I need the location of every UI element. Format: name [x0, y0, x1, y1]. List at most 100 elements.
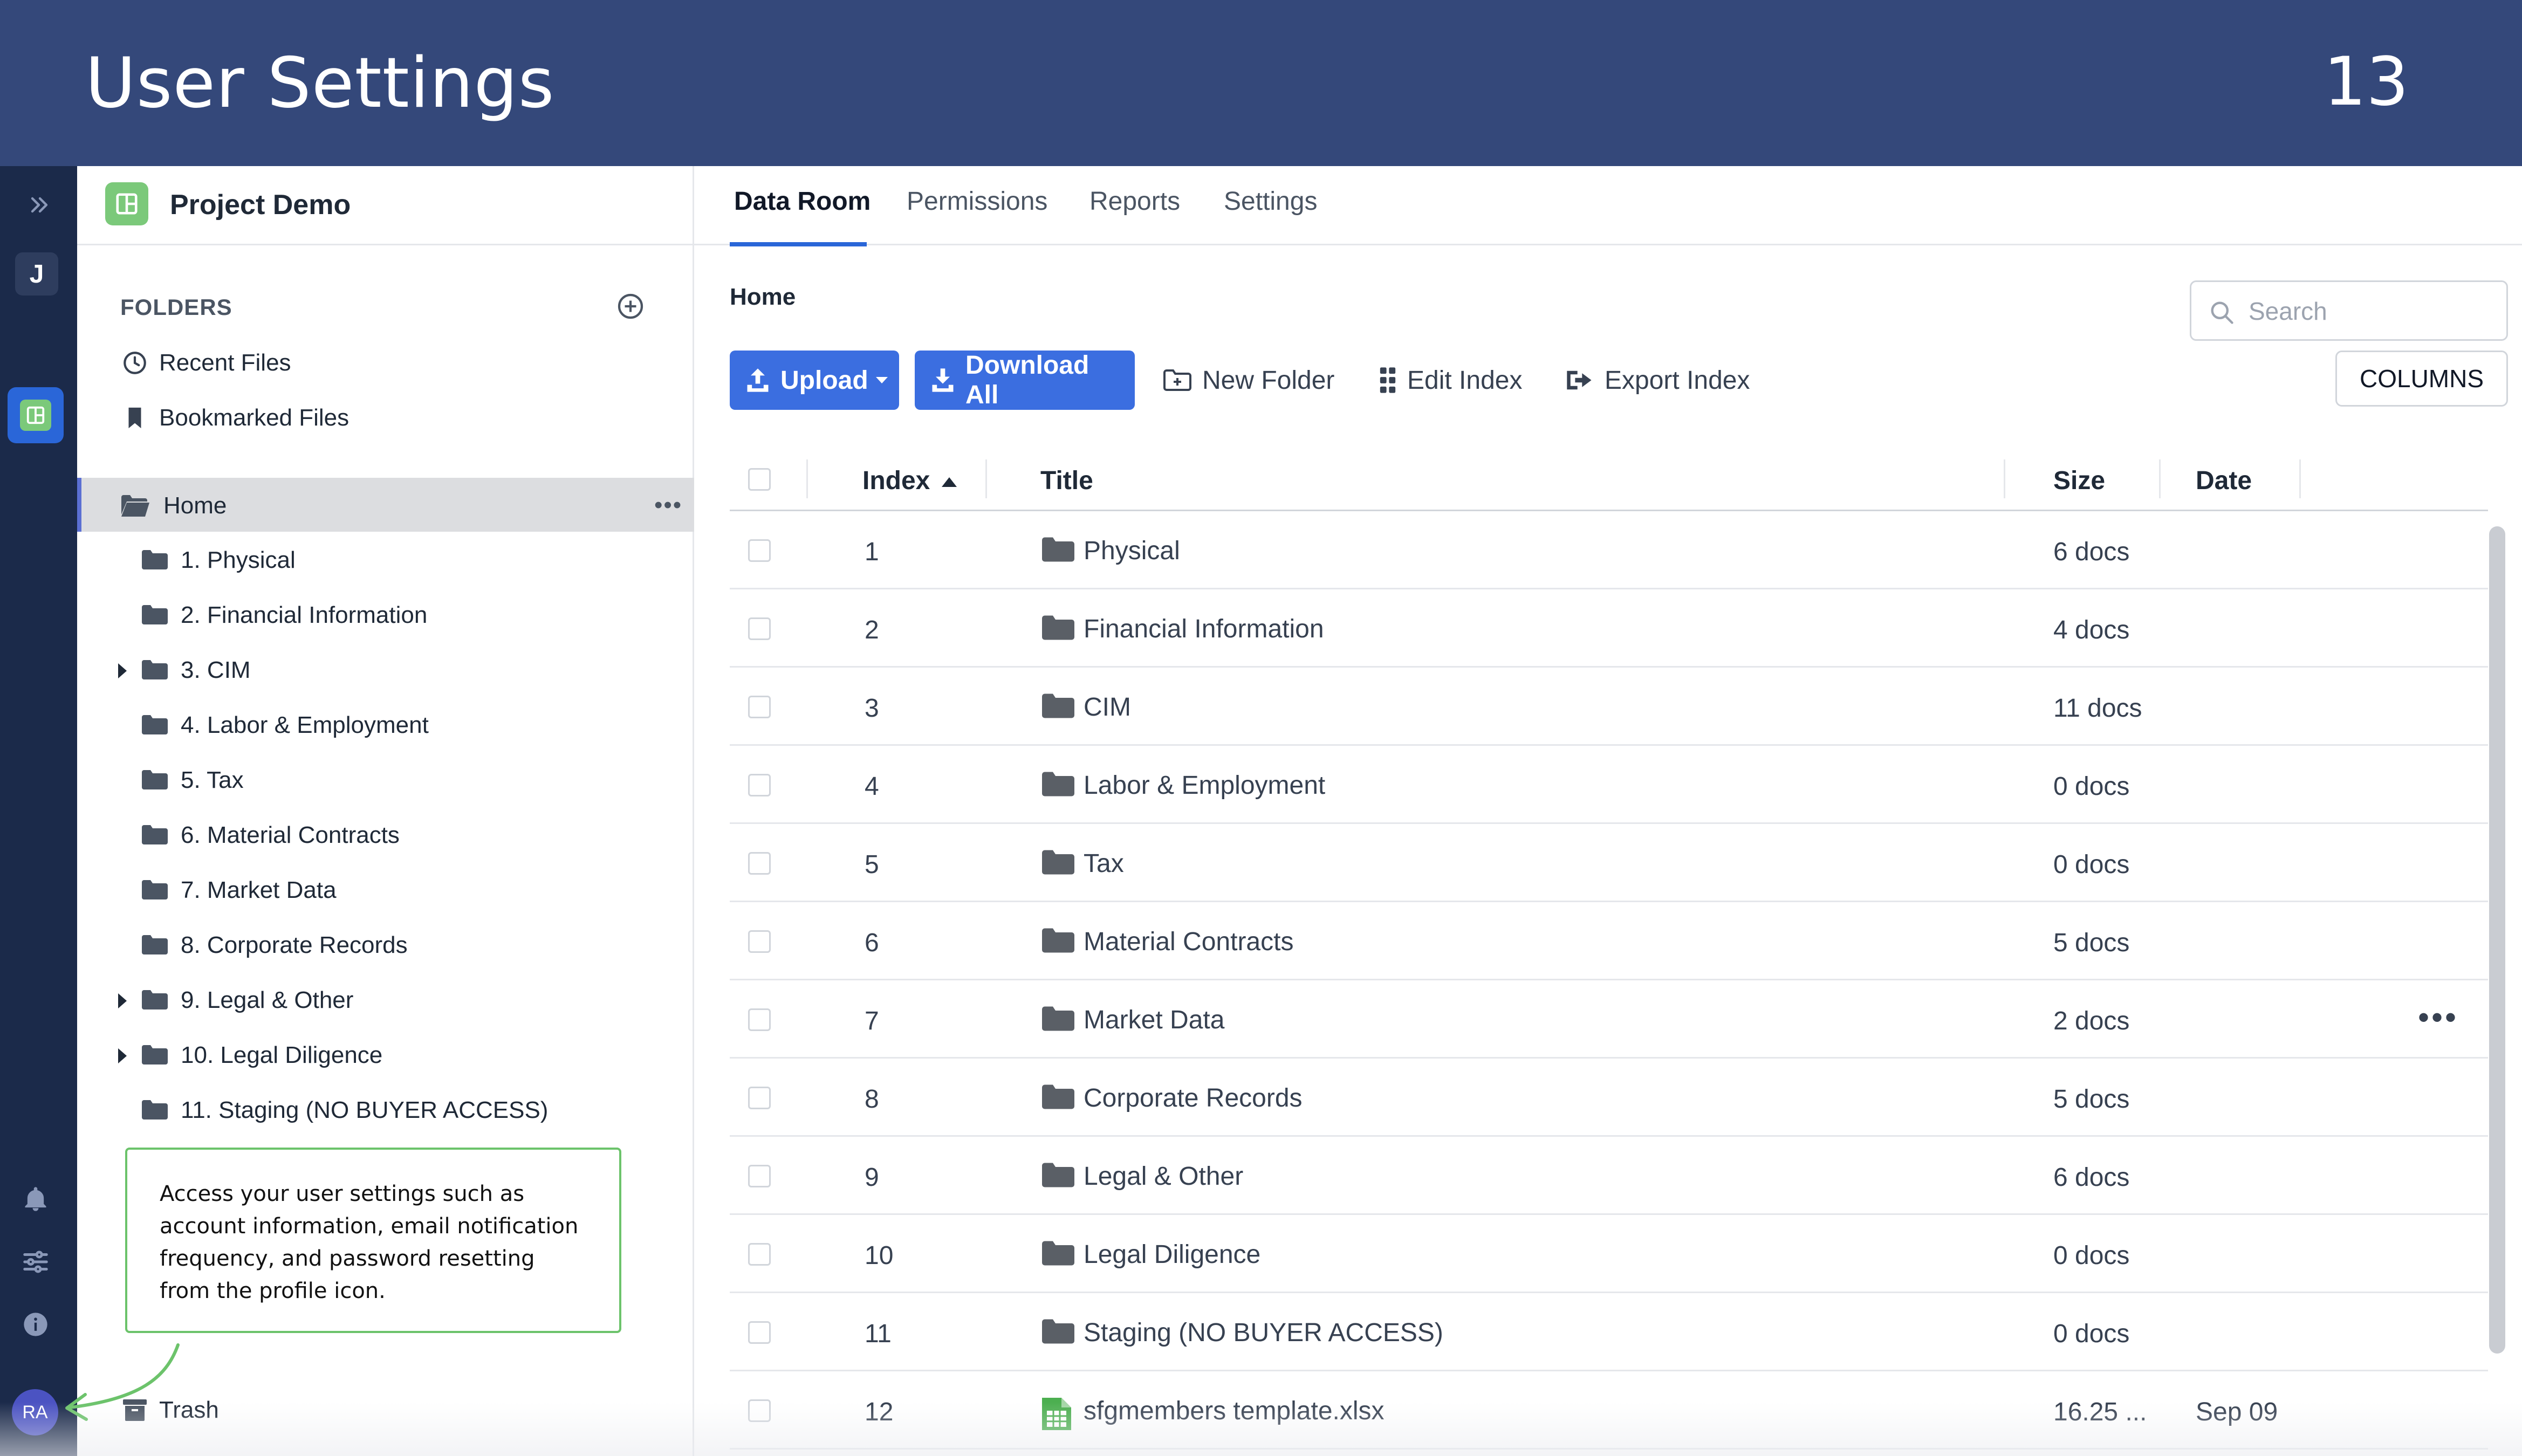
tree-item-folder[interactable]: 5. Tax	[77, 753, 694, 807]
recent-files-link[interactable]: Recent Files	[120, 348, 291, 377]
tab-settings[interactable]: Settings	[1224, 187, 1317, 216]
size-column-header[interactable]: Size	[2053, 466, 2105, 496]
bookmarked-files-link[interactable]: Bookmarked Files	[120, 403, 349, 432]
add-folder-icon[interactable]	[615, 291, 646, 321]
row-checkbox[interactable]	[748, 852, 771, 875]
row-checkbox[interactable]	[748, 539, 771, 562]
expand-caret-icon[interactable]	[118, 993, 127, 1008]
row-checkbox[interactable]	[748, 930, 771, 953]
tree-item-folder[interactable]: 2. Financial Information	[77, 588, 694, 642]
edit-index-button[interactable]: Edit Index	[1378, 355, 1522, 406]
index-column-header[interactable]: Index	[862, 466, 957, 496]
download-all-button[interactable]: Download All	[915, 351, 1135, 410]
table-row[interactable]: 8 Corporate Records 5 docs	[730, 1059, 2488, 1137]
workspace-switcher[interactable]: J	[15, 252, 58, 296]
row-checkbox[interactable]	[748, 1008, 771, 1031]
tab-data-room[interactable]: Data Room	[734, 187, 871, 216]
tree-item-folder[interactable]: 4. Labor & Employment	[77, 698, 694, 752]
row-title[interactable]: Labor & Employment	[1084, 771, 1325, 800]
table-row[interactable]: 4 Labor & Employment 0 docs	[730, 746, 2488, 824]
row-title[interactable]: Legal & Other	[1084, 1162, 1243, 1191]
sliders-icon[interactable]	[16, 1242, 55, 1281]
row-title[interactable]: Financial Information	[1084, 614, 1324, 644]
row-index: 10	[865, 1241, 894, 1270]
row-index: 3	[865, 694, 879, 723]
project-app-button[interactable]	[8, 387, 64, 443]
upload-label: Upload	[780, 366, 868, 395]
table-row[interactable]: 6 Material Contracts 5 docs	[730, 902, 2488, 980]
row-size: 11 docs	[2053, 694, 2142, 723]
expand-caret-icon[interactable]	[118, 1048, 127, 1063]
download-all-label: Download All	[965, 351, 1089, 409]
folder-icon	[1040, 536, 1076, 566]
table-row[interactable]: 1 Physical 6 docs	[730, 511, 2488, 589]
column-divider	[2004, 459, 2005, 498]
tree-item-folder[interactable]: 8. Corporate Records	[77, 918, 694, 972]
tree-item-folder[interactable]: 9. Legal & Other	[77, 973, 694, 1027]
bookmark-icon	[120, 403, 149, 432]
row-title[interactable]: CIM	[1084, 692, 1131, 722]
title-column-header[interactable]: Title	[1040, 466, 1093, 496]
columns-button[interactable]: COLUMNS	[2335, 351, 2508, 407]
home-more-icon[interactable]: •••	[654, 492, 682, 519]
row-title[interactable]: Market Data	[1084, 1005, 1224, 1035]
table-row[interactable]: 12 sfgmembers template.xlsx 16.25 ... Sep 0…	[730, 1371, 2488, 1450]
breadcrumb[interactable]: Home	[730, 284, 796, 311]
folder-icon	[1040, 1005, 1076, 1035]
row-checkbox[interactable]	[748, 1087, 771, 1109]
row-checkbox[interactable]	[748, 1243, 771, 1266]
row-title[interactable]: Legal Diligence	[1084, 1240, 1260, 1269]
row-title[interactable]: Corporate Records	[1084, 1083, 1303, 1113]
tree-item-folder[interactable]: 10. Legal Diligence	[77, 1028, 694, 1082]
tree-item-folder[interactable]: 3. CIM	[77, 643, 694, 697]
tree-item-folder[interactable]: 1. Physical	[77, 533, 694, 587]
profile-avatar[interactable]: RA	[12, 1389, 58, 1436]
row-checkbox[interactable]	[748, 696, 771, 718]
table-row[interactable]: 10 Legal Diligence 0 docs	[730, 1215, 2488, 1293]
tab-reports[interactable]: Reports	[1089, 187, 1180, 216]
table-row[interactable]: 9 Legal & Other 6 docs	[730, 1137, 2488, 1215]
row-checkbox[interactable]	[748, 774, 771, 796]
table-row[interactable]: 5 Tax 0 docs	[730, 824, 2488, 902]
table-row[interactable]: 3 CIM 11 docs	[730, 668, 2488, 746]
row-title[interactable]: Physical	[1084, 536, 1180, 566]
row-size: 4 docs	[2053, 616, 2130, 644]
folder-icon	[1040, 692, 1076, 722]
tree-item-folder[interactable]: 7. Market Data	[77, 863, 694, 917]
expand-caret-icon[interactable]	[118, 663, 127, 678]
export-index-button[interactable]: Export Index	[1565, 355, 1750, 406]
info-icon[interactable]	[16, 1305, 55, 1344]
column-divider	[806, 459, 808, 498]
row-title[interactable]: Tax	[1084, 849, 1124, 878]
bell-icon[interactable]	[16, 1180, 55, 1219]
double-chevron-right-icon[interactable]	[19, 186, 58, 224]
table-row[interactable]: 2 Financial Information 4 docs	[730, 589, 2488, 668]
table-row[interactable]: 7 Market Data 2 docs •••	[730, 980, 2488, 1059]
row-size: 5 docs	[2053, 929, 2130, 957]
row-checkbox[interactable]	[748, 1321, 771, 1344]
tree-item-folder[interactable]: 11. Staging (NO BUYER ACCESS)	[77, 1083, 694, 1137]
folder-icon	[141, 549, 169, 573]
row-checkbox[interactable]	[748, 617, 771, 640]
tree-item-label: 9. Legal & Other	[181, 987, 354, 1013]
row-more-icon[interactable]: •••	[2418, 999, 2458, 1036]
bookmarked-files-label: Bookmarked Files	[159, 404, 349, 431]
tree-item-folder[interactable]: 6. Material Contracts	[77, 808, 694, 862]
tree-item-home[interactable]: Home •••	[77, 478, 694, 532]
tab-permissions[interactable]: Permissions	[907, 187, 1047, 216]
select-all-checkbox[interactable]	[748, 468, 771, 491]
row-index: 5	[865, 850, 879, 879]
date-column-header[interactable]: Date	[2196, 466, 2252, 496]
table-row[interactable]: 11 Staging (NO BUYER ACCESS) 0 docs	[730, 1293, 2488, 1371]
search-input[interactable]	[2249, 294, 2497, 328]
new-folder-button[interactable]: New Folder	[1162, 355, 1334, 406]
table-scrollbar[interactable]	[2489, 526, 2505, 1354]
row-title[interactable]: Staging (NO BUYER ACCESS)	[1084, 1318, 1443, 1348]
row-checkbox[interactable]	[748, 1165, 771, 1187]
edit-index-label: Edit Index	[1407, 366, 1523, 395]
row-title[interactable]: Material Contracts	[1084, 927, 1293, 957]
row-title[interactable]: sfgmembers template.xlsx	[1084, 1396, 1385, 1426]
row-checkbox[interactable]	[748, 1399, 771, 1422]
upload-button[interactable]: Upload	[730, 351, 899, 410]
tree-item-label: 4. Labor & Employment	[181, 712, 429, 738]
